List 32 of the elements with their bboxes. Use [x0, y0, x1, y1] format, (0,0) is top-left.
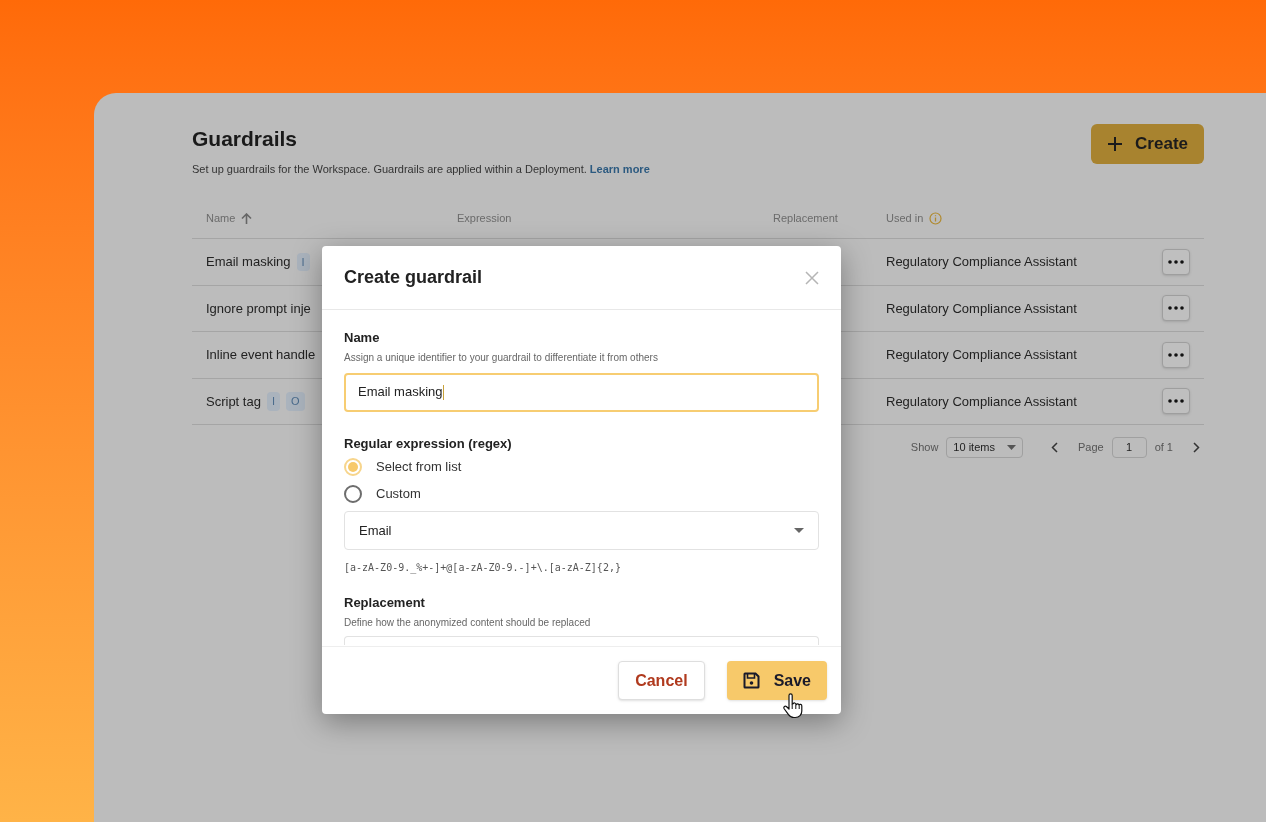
guardrail-name: Ignore prompt inje: [206, 299, 311, 318]
radio-label[interactable]: Custom: [376, 484, 421, 504]
create-button[interactable]: Create: [1091, 124, 1204, 164]
cancel-button[interactable]: Cancel: [618, 661, 705, 700]
radio-label[interactable]: Select from list: [376, 457, 462, 477]
tag: O: [286, 392, 305, 411]
table-cell-text: Regulatory Compliance Assistant: [886, 392, 1078, 411]
tag: I: [266, 392, 280, 411]
field-label: Regular expression (regex): [344, 434, 513, 453]
name-input[interactable]: Email masking: [344, 372, 819, 412]
field-label: Replacement: [344, 594, 426, 612]
show-label: Show: [910, 440, 939, 456]
page-size-select[interactable]: 10 items: [946, 437, 1023, 458]
save-button[interactable]: Save: [726, 661, 827, 700]
guardrail-name: Script tag: [206, 392, 261, 411]
field-hint: Assign a unique identifier to your guardrail to differentiate it from others: [344, 350, 659, 365]
page-subtitle: Set up guardrails for the Workspace. Guardrails are applied within a Deployment. Learn more: [192, 161, 650, 177]
guardrail-name: Email masking: [206, 253, 291, 271]
field-hint: Define how the anonymized content should be replaced: [344, 615, 592, 630]
field-label: Name: [344, 329, 381, 347]
table-cell-text: Regulatory Compliance Assistant: [886, 346, 1078, 364]
regex-pattern: [a-zA-Z0-9._%+-]+@[a-zA-Z0-9.-]+\.[a-zA-Z]{2,}: [344, 561, 622, 575]
page-title: Guardrails: [192, 126, 299, 152]
table-cell-text: Regulatory Compliance Assistant: [886, 299, 1078, 318]
page-label: Page: [1077, 440, 1104, 456]
table-cell-text: Regulatory Compliance Assistant: [886, 253, 1078, 271]
guardrail-name: Inline event handle: [206, 346, 316, 364]
page-input[interactable]: 1: [1111, 437, 1147, 458]
regex-select[interactable]: Email: [344, 511, 819, 550]
dialog-title: Create guardrail: [344, 266, 483, 289]
page-count: of 1: [1154, 440, 1173, 456]
learn-more-link[interactable]: Learn more: [589, 162, 650, 175]
